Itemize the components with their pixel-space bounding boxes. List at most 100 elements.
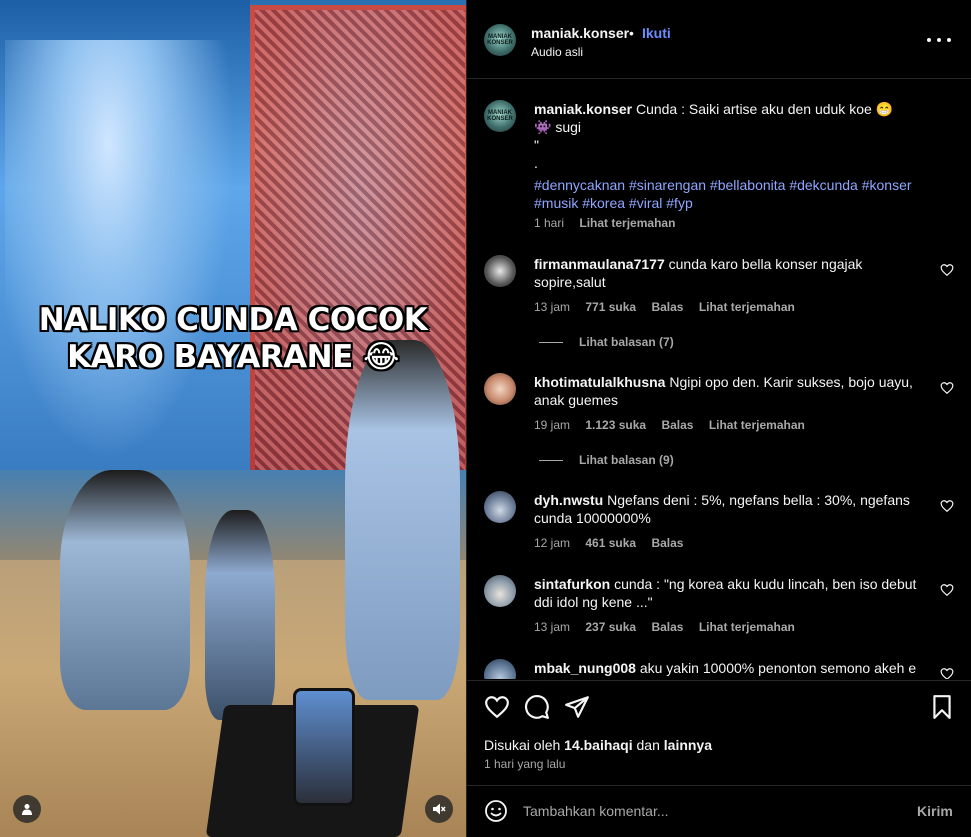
view-replies-button[interactable]: Lihat balasan (9) (539, 453, 674, 467)
replies-line (539, 460, 563, 462)
comment-text-block: dyh.nwstu Ngefans deni : 5%, ngefans bel… (534, 491, 932, 527)
comment-text: aku yakin 10000% penonton semono akeh e (639, 660, 917, 676)
comment-likes[interactable]: 1.123 suka (585, 418, 646, 432)
send-icon[interactable] (564, 694, 590, 720)
post-video[interactable]: NALIKO CUNDA COCOK KARO BAYARANE 😂 (0, 0, 466, 837)
commenter-avatar[interactable] (484, 373, 516, 405)
avatar-text: MANIAK KONSER (487, 110, 513, 122)
comment-like-icon[interactable] (940, 263, 954, 277)
comment-reply-button[interactable]: Balas (661, 418, 693, 432)
post-details-panel: MANIAK KONSER maniak.konser • Ikuti Audi… (466, 0, 971, 837)
comment-reply-button[interactable]: Balas (651, 300, 683, 314)
caption-hashtags-2[interactable]: #musik #korea #viral #fyp (534, 195, 693, 211)
comment-time[interactable]: 19 jam (534, 418, 570, 432)
bookmark-icon[interactable] (929, 694, 955, 720)
view-replies-label: Lihat balasan (9) (579, 453, 674, 467)
screen-figure-left (5, 40, 235, 460)
liked-by-user[interactable]: 14.baihaqi (564, 737, 632, 753)
comment-likes[interactable]: 461 suka (585, 536, 636, 550)
comment-like-icon[interactable] (940, 583, 954, 597)
comment-likes[interactable]: 237 suka (585, 620, 636, 634)
comment-meta: 13 jam 771 suka Balas Lihat terjemahan (534, 300, 807, 314)
comment-meta: 19 jam 1.123 suka Balas Lihat terjemahan (534, 418, 817, 432)
comment-username[interactable]: khotimatulalkhusna (534, 374, 665, 390)
comment-username[interactable]: mbak_nung008 (534, 660, 636, 676)
follow-button[interactable]: Ikuti (642, 25, 671, 41)
comment-meta: 13 jam 237 suka Balas Lihat terjemahan (534, 620, 807, 634)
speaker-muted-icon (433, 803, 446, 815)
performer-child (205, 510, 275, 720)
liked-by-others[interactable]: lainnya (664, 737, 712, 753)
avatar-text: MANIAK KONSER (487, 34, 513, 46)
caption-time[interactable]: 1 hari (534, 216, 564, 230)
view-replies-label: Lihat balasan (7) (579, 335, 674, 349)
comment-composer: Tambahkan komentar... Kirim (467, 785, 971, 837)
audience-phone (293, 688, 355, 806)
caption-text: Cunda : Saiki artise aku den uduk koe 😁 (635, 101, 894, 117)
commenter-avatar[interactable] (484, 255, 516, 287)
commenter-avatar[interactable] (484, 575, 516, 607)
caption-meta: 1 hari Lihat terjemahan (534, 216, 687, 230)
comment-translate[interactable]: Lihat terjemahan (699, 300, 795, 314)
comment-time[interactable]: 12 jam (534, 536, 570, 550)
performer-man (345, 340, 460, 700)
comment-like-icon[interactable] (940, 381, 954, 395)
audio-label[interactable]: Audio asli (531, 45, 583, 59)
comment-reply-button[interactable]: Balas (651, 536, 683, 550)
comment-like-icon[interactable] (940, 667, 954, 679)
liked-by-mid: dan (636, 737, 660, 753)
comments-list[interactable]: MANIAK KONSER maniak.konser Cunda : Saik… (467, 79, 971, 679)
caption-hashtags-1[interactable]: #dennycaknan #sinarengan #bellabonita #d… (534, 177, 912, 193)
comment-username[interactable]: dyh.nwstu (534, 492, 603, 508)
caption-line3: " (534, 137, 539, 153)
comment-translate[interactable]: Lihat terjemahan (709, 418, 805, 432)
heart-icon[interactable] (484, 694, 510, 720)
view-replies-button[interactable]: Lihat balasan (7) (539, 335, 674, 349)
person-icon (22, 804, 32, 815)
caption-username[interactable]: maniak.konser (534, 101, 632, 117)
audio-toggle-button[interactable] (425, 795, 453, 823)
more-dot (947, 38, 951, 42)
video-caption: NALIKO CUNDA COCOK KARO BAYARANE 😂 (0, 302, 466, 376)
header-separator: • (629, 25, 634, 41)
liked-by-prefix: Disukai oleh (484, 737, 561, 753)
performer-woman (60, 470, 190, 710)
author-username[interactable]: maniak.konser (531, 25, 629, 41)
comment-meta: 12 jam 461 suka Balas (534, 536, 695, 550)
video-caption-line2-text: KARO BAYARANE (67, 339, 353, 375)
caption-text-block: maniak.konser Cunda : Saiki artise aku d… (534, 100, 932, 212)
more-dot (937, 38, 941, 42)
more-horizontal-icon (927, 38, 931, 42)
smiley-icon[interactable] (484, 799, 508, 823)
video-caption-emoji: 😂 (363, 339, 399, 375)
author-avatar[interactable]: MANIAK KONSER (484, 24, 516, 56)
comment-time[interactable]: 13 jam (534, 300, 570, 314)
comment-text-block: mbak_nung008 aku yakin 10000% penonton s… (534, 659, 932, 677)
caption-author-avatar[interactable]: MANIAK KONSER (484, 100, 516, 132)
video-caption-line1: NALIKO CUNDA COCOK (38, 302, 428, 338)
video-caption-line2: KARO BAYARANE 😂 (0, 339, 466, 376)
tagged-users-button[interactable] (13, 795, 41, 823)
post-time-ago: 1 hari yang lalu (484, 757, 566, 771)
comment-text-block: khotimatulalkhusna Ngipi opo den. Karir … (534, 373, 932, 409)
send-comment-button[interactable]: Kirim (917, 803, 953, 819)
caption-line2: 👾 sugi (534, 119, 582, 135)
comment-icon[interactable] (524, 694, 550, 720)
comment-like-icon[interactable] (940, 499, 954, 513)
commenter-avatar[interactable] (484, 491, 516, 523)
comment-likes[interactable]: 771 suka (585, 300, 636, 314)
comment-username[interactable]: firmanmaulana7177 (534, 256, 665, 272)
caption-translate[interactable]: Lihat terjemahan (579, 216, 675, 230)
comment-text-block: sintafurkon cunda : "ng korea aku kudu l… (534, 575, 932, 611)
commenter-avatar[interactable] (484, 659, 516, 679)
comment-input[interactable]: Tambahkan komentar... (523, 803, 669, 819)
comment-username[interactable]: sintafurkon (534, 576, 610, 592)
comment-text-block: firmanmaulana7177 cunda karo bella konse… (534, 255, 932, 291)
replies-line (539, 342, 563, 344)
liked-by: Disukai oleh 14.baihaqi dan lainnya (484, 737, 712, 753)
post-header: MANIAK KONSER maniak.konser • Ikuti Audi… (467, 0, 971, 79)
comment-reply-button[interactable]: Balas (651, 620, 683, 634)
comment-translate[interactable]: Lihat terjemahan (699, 620, 795, 634)
comment-time[interactable]: 13 jam (534, 620, 570, 634)
more-options-button[interactable] (927, 30, 951, 50)
